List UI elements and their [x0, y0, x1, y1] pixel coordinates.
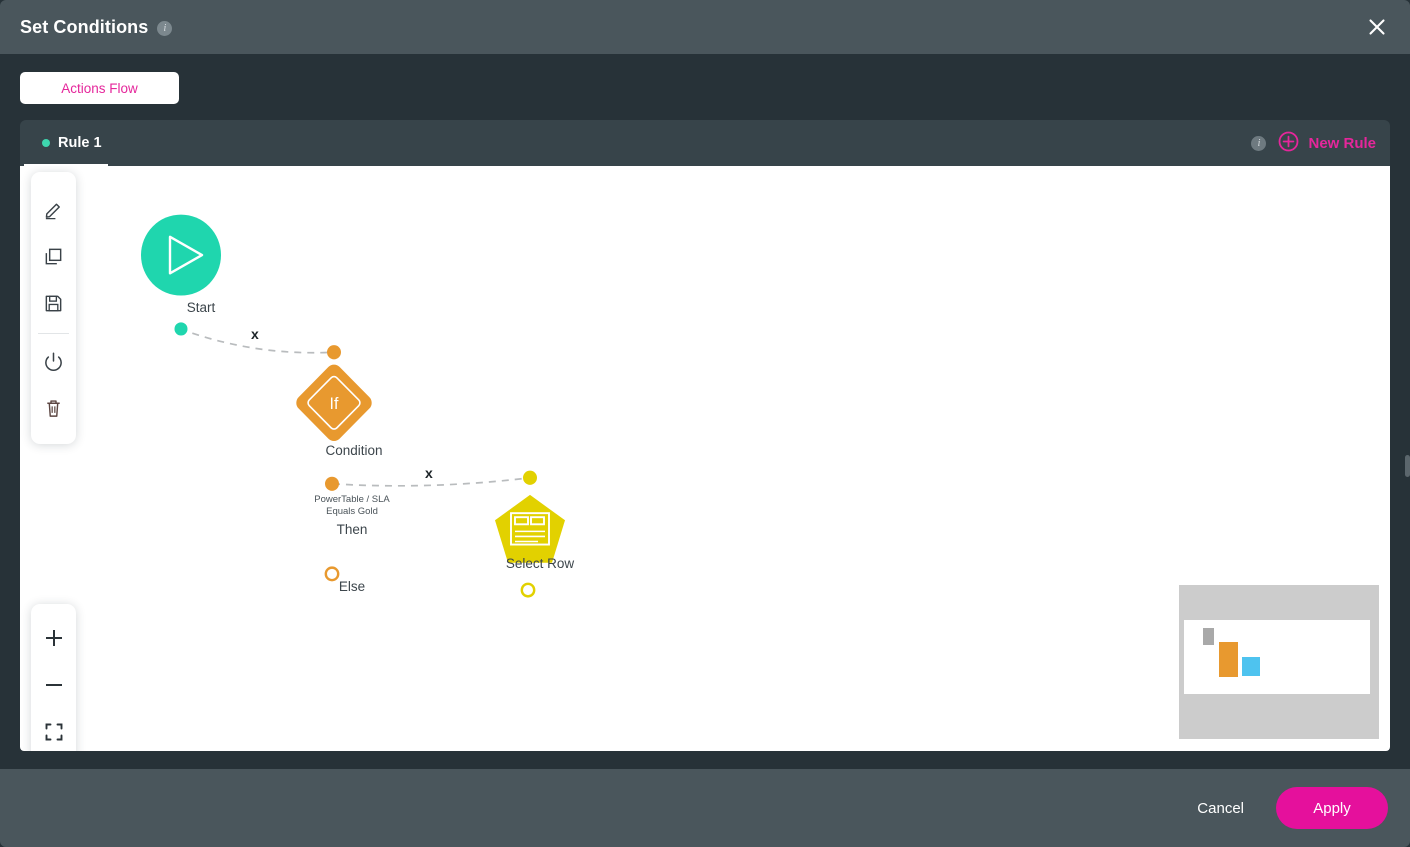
- minimap-viewport: [1184, 620, 1370, 694]
- dialog-header: Set Conditions i: [0, 0, 1410, 54]
- copy-icon[interactable]: [31, 233, 76, 280]
- edge-delete-marker[interactable]: x: [425, 465, 433, 481]
- cancel-button[interactable]: Cancel: [1191, 792, 1250, 825]
- plus-icon[interactable]: [31, 614, 76, 661]
- tab-rule-1-label: Rule 1: [58, 135, 102, 151]
- new-rule-label: New Rule: [1308, 134, 1376, 152]
- power-icon[interactable]: [31, 338, 76, 385]
- toolbar-divider: [38, 333, 69, 334]
- dialog-body: Actions Flow Rule 1 i New Rule If Start …: [0, 54, 1410, 769]
- rules-tab-bar: Rule 1 i New Rule: [20, 120, 1390, 166]
- info-icon[interactable]: i: [157, 20, 173, 36]
- flow-canvas[interactable]: If Start Condition PowerTable / SLA Equa…: [20, 166, 1390, 751]
- info-icon[interactable]: i: [1251, 135, 1267, 151]
- edge-delete-marker[interactable]: x: [251, 326, 259, 342]
- expand-icon[interactable]: [31, 708, 76, 751]
- rule-status-dot: [42, 139, 50, 147]
- actions-flow-label: Actions Flow: [61, 80, 138, 96]
- close-icon[interactable]: [1360, 10, 1394, 44]
- node-toolbar: [31, 172, 76, 444]
- minimap[interactable]: [1179, 585, 1379, 739]
- new-rule-button[interactable]: New Rule: [1278, 131, 1376, 156]
- apply-button[interactable]: Apply: [1276, 787, 1388, 829]
- vertical-scrollbar[interactable]: [1405, 455, 1410, 477]
- dialog-footer: Cancel Apply: [0, 769, 1410, 847]
- set-conditions-dialog: Set Conditions i Actions Flow Rule 1 i N…: [0, 0, 1410, 847]
- zoom-controls: [31, 604, 76, 751]
- node-select-row: [495, 470, 565, 598]
- node-condition: If: [296, 345, 372, 582]
- floppy-disk-icon[interactable]: [31, 280, 76, 327]
- plus-circle-icon: [1278, 131, 1299, 156]
- minimap-node: [1203, 628, 1214, 645]
- tab-bar-actions: i New Rule: [1251, 120, 1376, 166]
- pencil-icon[interactable]: [31, 186, 76, 233]
- tab-rule-1[interactable]: Rule 1: [24, 120, 118, 166]
- minus-icon[interactable]: [31, 661, 76, 708]
- trash-icon[interactable]: [31, 385, 76, 432]
- minimap-node: [1242, 657, 1260, 676]
- svg-text:If: If: [330, 395, 339, 413]
- minimap-node: [1219, 642, 1238, 677]
- page-title: Set Conditions: [20, 16, 149, 37]
- actions-flow-button[interactable]: Actions Flow: [20, 72, 179, 104]
- node-start: [141, 214, 221, 336]
- flow-switch-row: Actions Flow: [20, 54, 1390, 120]
